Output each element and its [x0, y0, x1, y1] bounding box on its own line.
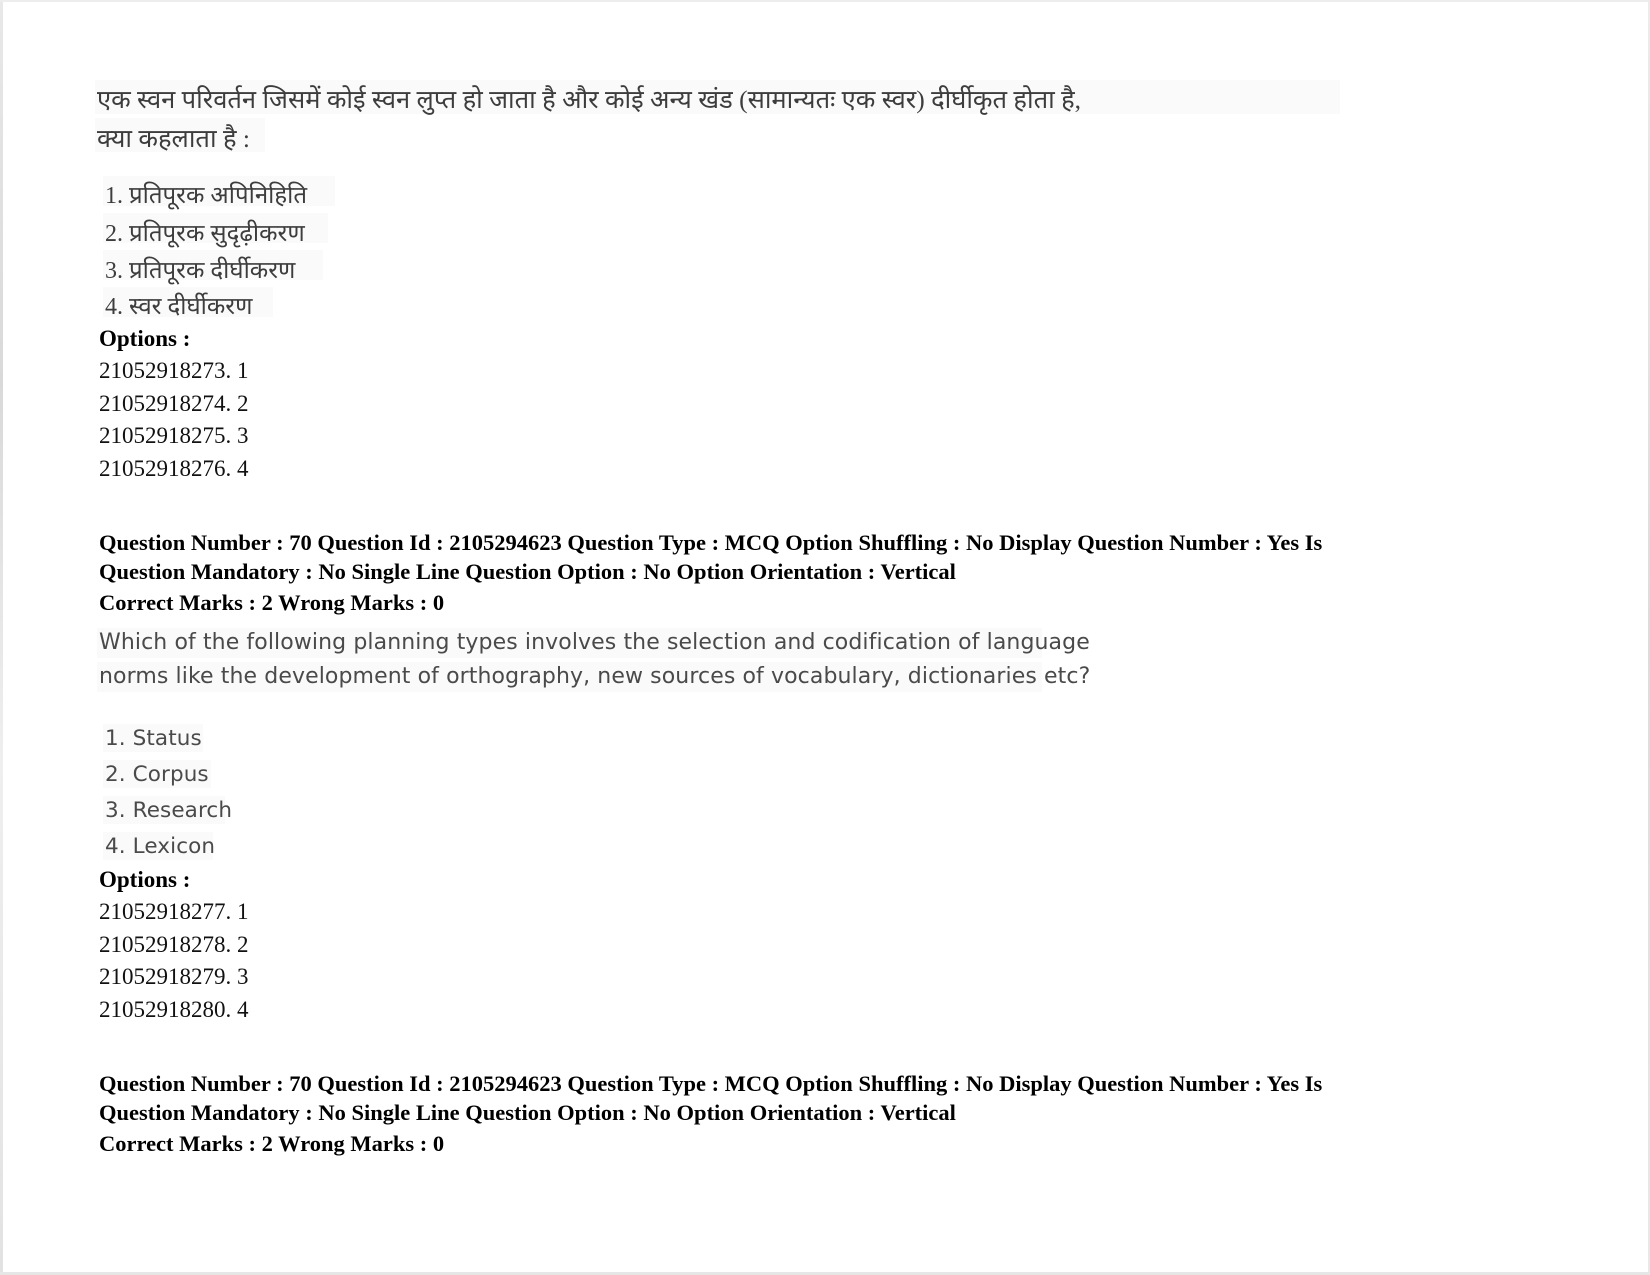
question-2-choice-2[interactable]: 2. Corpus [105, 762, 209, 787]
question-2-option-id-4: 21052918280. 4 [99, 997, 249, 1022]
metadata-2-line-3: Correct Marks : 2 Wrong Marks : 0 [99, 1131, 445, 1156]
question-2-choice-4[interactable]: 4. Lexicon [105, 834, 215, 859]
metadata-1-line-3: Correct Marks : 2 Wrong Marks : 0 [99, 590, 445, 615]
question-1-option-id-3: 21052918275. 3 [99, 423, 249, 448]
question-1-body-line-2: क्या कहलाता है : [97, 124, 250, 153]
metadata-1-line-2: Question Mandatory : No Single Line Ques… [99, 559, 956, 584]
question-1-option-id-2: 21052918274. 2 [99, 391, 249, 416]
metadata-2-line-1: Question Number : 70 Question Id : 21052… [99, 1071, 1323, 1096]
metadata-2-line-2: Question Mandatory : No Single Line Ques… [99, 1100, 956, 1125]
question-1-choice-1[interactable]: 1. प्रतिपूरक अपिनिहिति [105, 178, 307, 211]
question-2-option-id-3: 21052918279. 3 [99, 964, 249, 989]
question-2-body-line-1: Which of the following planning types in… [99, 630, 1090, 655]
question-2-option-id-2: 21052918278. 2 [99, 932, 249, 957]
question-2-options-label: Options : [99, 867, 191, 892]
question-1-choice-4[interactable]: 4. स्वर दीर्घीकरण [105, 289, 252, 322]
question-2-option-id-1: 21052918277. 1 [99, 899, 249, 924]
question-2-choice-3[interactable]: 3. Research [105, 798, 232, 823]
question-1-option-id-4: 21052918276. 4 [99, 456, 249, 481]
question-1-choice-2[interactable]: 2. प्रतिपूरक सुदृढ़ीकरण [105, 216, 305, 249]
metadata-1-line-1: Question Number : 70 Question Id : 21052… [99, 530, 1323, 555]
document-page: एक स्वन परिवर्तन जिसमें कोई स्वन लुप्त ह… [0, 0, 1650, 1275]
question-1-option-id-1: 21052918273. 1 [99, 358, 249, 383]
question-2-body-line-2: norms like the development of orthograph… [99, 664, 1091, 689]
question-1-choice-3[interactable]: 3. प्रतिपूरक दीर्घीकरण [105, 253, 295, 286]
question-1-body-line-1: एक स्वन परिवर्तन जिसमें कोई स्वन लुप्त ह… [97, 85, 1081, 114]
question-1-options-label: Options : [99, 326, 191, 351]
question-2-choice-1[interactable]: 1. Status [105, 726, 202, 751]
